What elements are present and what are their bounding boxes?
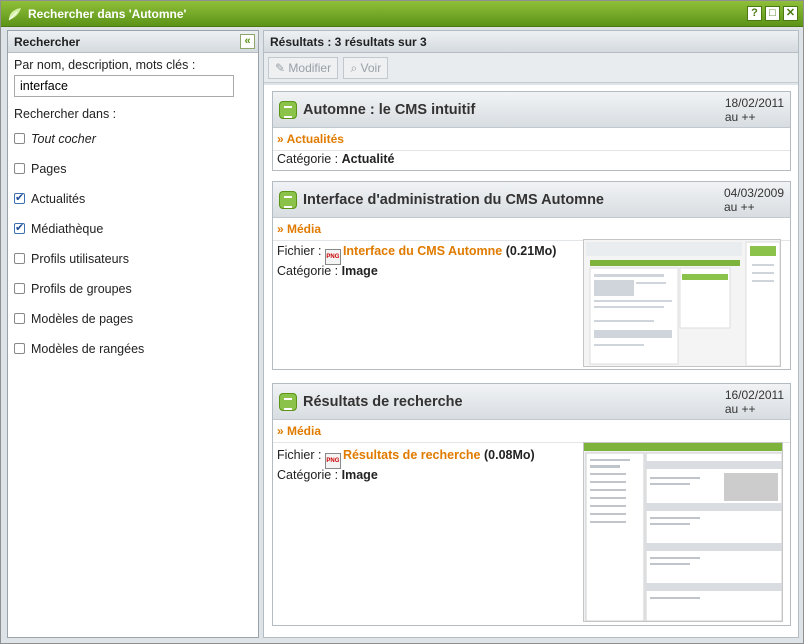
category-value: Actualité bbox=[341, 152, 395, 166]
view-button[interactable]: ⌕ Voir bbox=[343, 57, 389, 79]
result-file-row: Fichier : PNG Résultats de recherche (0.0… bbox=[277, 448, 535, 469]
file-link[interactable]: Résultats de recherche bbox=[343, 448, 481, 462]
result-category-row: Catégorie : Image bbox=[277, 468, 378, 482]
checkbox-group-profiles[interactable]: Profils de groupes bbox=[14, 282, 132, 296]
checkbox-box-checked[interactable] bbox=[14, 221, 25, 234]
category-label: Catégorie : bbox=[277, 264, 339, 278]
search-in-label: Rechercher dans : bbox=[14, 107, 117, 121]
checkbox-row-templates[interactable]: Modèles de rangées bbox=[14, 342, 144, 356]
checkbox-box[interactable] bbox=[14, 133, 25, 144]
modify-label: Modifier bbox=[288, 61, 332, 75]
title-bar[interactable]: Rechercher dans 'Automne' ? □ ✕ bbox=[1, 1, 803, 27]
result-author: au ++ bbox=[723, 200, 755, 214]
result-date-value: 16/02/2011 bbox=[724, 388, 784, 402]
view-label: Voir bbox=[360, 61, 382, 75]
result-module: » Actualités bbox=[273, 128, 790, 151]
category-label: Catégorie : bbox=[277, 468, 339, 482]
checkbox-label: Médiathèque bbox=[31, 222, 104, 236]
result-category-row: Catégorie : Actualité bbox=[277, 152, 394, 166]
checkbox-label: Profils utilisateurs bbox=[31, 252, 129, 266]
search-input[interactable] bbox=[14, 75, 234, 97]
results-list[interactable]: Automne : le CMS intuitif 18/02/2011 au +… bbox=[264, 85, 798, 637]
thumbnail-image bbox=[584, 240, 780, 366]
search-panel-title: Rechercher bbox=[14, 35, 81, 49]
png-file-icon: PNG bbox=[324, 249, 341, 265]
results-toolbar: ✎ Modifier ⌕ Voir bbox=[264, 53, 798, 83]
search-label: Par nom, description, mots clés : bbox=[14, 58, 196, 72]
result-date: 18/02/2011 au ++ bbox=[725, 96, 784, 124]
file-size: (0.21Mo) bbox=[505, 244, 557, 258]
checkbox-label: Actualités bbox=[31, 192, 86, 206]
checkbox-box-checked[interactable] bbox=[14, 191, 25, 204]
checkbox-label: Modèles de pages bbox=[31, 312, 134, 326]
thumbnail-image bbox=[584, 443, 782, 621]
category-value: Image bbox=[341, 468, 378, 482]
result-author: au ++ bbox=[724, 402, 756, 416]
maximize-button[interactable]: □ bbox=[765, 6, 780, 21]
document-icon bbox=[279, 101, 297, 119]
result-title[interactable]: Automne : le CMS intuitif bbox=[303, 102, 475, 118]
result-module: » Média bbox=[273, 218, 790, 241]
checkbox-label: Pages bbox=[31, 162, 67, 176]
checkbox-box[interactable] bbox=[14, 283, 25, 294]
png-file-icon: PNG bbox=[324, 453, 341, 469]
search-panel: Rechercher « Par nom, description, mots … bbox=[7, 30, 259, 638]
result-date-value: 18/02/2011 bbox=[724, 96, 784, 110]
pencil-icon: ✎ bbox=[275, 61, 286, 75]
result-card[interactable]: Interface d'administration du CMS Automn… bbox=[272, 181, 791, 370]
result-author: au ++ bbox=[724, 110, 756, 124]
window-title: Rechercher dans 'Automne' bbox=[28, 7, 187, 21]
result-title[interactable]: Résultats de recherche bbox=[303, 394, 463, 410]
file-link[interactable]: Interface du CMS Automne bbox=[343, 244, 502, 258]
result-title[interactable]: Interface d'administration du CMS Automn… bbox=[303, 192, 604, 208]
search-window: Rechercher dans 'Automne' ? □ ✕ Recherch… bbox=[0, 0, 804, 644]
close-button[interactable]: ✕ bbox=[783, 6, 798, 21]
checkbox-user-profiles[interactable]: Profils utilisateurs bbox=[14, 252, 129, 266]
result-category-row: Catégorie : Image bbox=[277, 264, 378, 278]
file-label: Fichier : bbox=[277, 448, 322, 462]
file-size: (0.08Mo) bbox=[483, 448, 535, 462]
document-icon bbox=[279, 393, 297, 411]
checkbox-label: Profils de groupes bbox=[31, 282, 132, 296]
checkbox-pages[interactable]: Pages bbox=[14, 162, 66, 176]
collapse-panel-icon[interactable]: « bbox=[240, 34, 255, 49]
modify-button[interactable]: ✎ Modifier bbox=[268, 57, 339, 79]
checkbox-actualites[interactable]: Actualités bbox=[14, 191, 86, 206]
results-panel: Résultats : 3 résultats sur 3 ✎ Modifier… bbox=[263, 30, 799, 638]
result-card[interactable]: Résultats de recherche 16/02/2011 au ++ »… bbox=[272, 383, 791, 626]
result-card-header: Résultats de recherche 16/02/2011 au ++ bbox=[273, 384, 790, 420]
automne-leaf-icon bbox=[8, 8, 21, 21]
result-date: 16/02/2011 au ++ bbox=[725, 388, 784, 416]
result-date-value: 04/03/2009 bbox=[723, 186, 784, 200]
checkbox-label: Modèles de rangées bbox=[31, 342, 145, 356]
result-file-row: Fichier : PNG Interface du CMS Automne (0… bbox=[277, 244, 556, 265]
checkbox-page-templates[interactable]: Modèles de pages bbox=[14, 312, 133, 326]
checkbox-box[interactable] bbox=[14, 253, 25, 264]
checkbox-label: Tout cocher bbox=[31, 132, 96, 146]
result-card-header: Automne : le CMS intuitif 18/02/2011 au +… bbox=[273, 92, 790, 128]
checkbox-box[interactable] bbox=[14, 313, 25, 324]
category-value: Image bbox=[341, 264, 378, 278]
result-card[interactable]: Automne : le CMS intuitif 18/02/2011 au +… bbox=[272, 91, 791, 171]
file-thumbnail[interactable] bbox=[583, 239, 781, 367]
checkbox-box[interactable] bbox=[14, 343, 25, 354]
checkbox-mediatheque[interactable]: Médiathèque bbox=[14, 221, 104, 236]
document-icon bbox=[279, 191, 297, 209]
help-button[interactable]: ? bbox=[747, 6, 762, 21]
category-label: Catégorie : bbox=[277, 152, 339, 166]
magnifier-icon: ⌕ bbox=[350, 61, 358, 75]
result-card-header: Interface d'administration du CMS Automn… bbox=[273, 182, 790, 218]
result-module: » Média bbox=[273, 420, 790, 443]
checkbox-check-all[interactable]: Tout cocher bbox=[14, 132, 96, 146]
file-thumbnail[interactable] bbox=[583, 442, 783, 622]
result-date: 04/03/2009 au ++ bbox=[724, 186, 784, 214]
file-label: Fichier : bbox=[277, 244, 322, 258]
search-panel-header: Rechercher « bbox=[8, 31, 258, 53]
checkbox-box[interactable] bbox=[14, 163, 25, 174]
results-header: Résultats : 3 résultats sur 3 bbox=[264, 31, 798, 53]
